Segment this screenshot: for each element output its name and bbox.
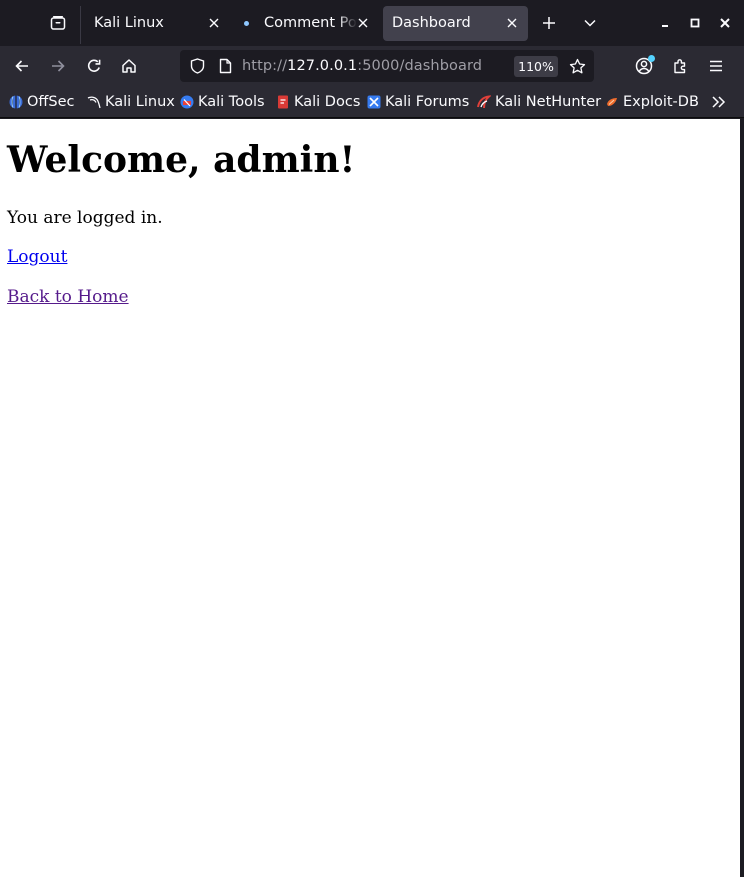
forward-arrow-icon[interactable]: [48, 56, 68, 76]
tab-kali-linux[interactable]: Kali Linux: [83, 6, 230, 41]
bookmark-label: Kali Tools: [198, 94, 265, 110]
kali-forums-icon: [367, 95, 381, 109]
tab-strip: Kali Linux Comment Posted Dashboard: [0, 0, 744, 46]
extensions-icon[interactable]: [670, 56, 690, 76]
bookmark-kali-linux[interactable]: Kali Linux: [87, 92, 175, 112]
kali-tools-icon: [180, 95, 194, 109]
login-status-text: You are logged in.: [7, 208, 163, 228]
bookmark-label: Kali Linux: [105, 94, 175, 110]
bookmark-offsec[interactable]: OffSec: [9, 92, 75, 112]
notification-dot-icon: [648, 55, 655, 62]
zoom-level-badge[interactable]: 110%: [514, 56, 558, 77]
reload-icon[interactable]: [84, 56, 104, 76]
tab-title: Dashboard: [392, 15, 471, 31]
window-edge: [740, 119, 744, 877]
url-text[interactable]: http://127.0.0.1:5000/dashboard: [242, 58, 482, 74]
tab-dashboard[interactable]: Dashboard: [383, 6, 528, 41]
bookmark-label: Kali NetHunter: [495, 94, 602, 110]
minimize-icon[interactable]: [655, 13, 675, 33]
tab-title: Comment Posted: [264, 15, 357, 31]
navigation-toolbar: http://127.0.0.1:5000/dashboard 110%: [0, 46, 744, 86]
tab-title: Kali Linux: [94, 15, 164, 31]
chevron-double-right-icon[interactable]: [710, 94, 728, 110]
kali-docs-icon: [276, 95, 290, 109]
bookmark-kali-nethunter[interactable]: Kali NetHunter: [477, 92, 601, 112]
bookmark-label: Exploit-DB: [623, 94, 699, 110]
offsec-icon: [9, 95, 23, 109]
account-icon[interactable]: [634, 55, 655, 76]
page-viewport: Welcome, admin! You are logged in. Logou…: [0, 119, 740, 877]
tab-comment-posted[interactable]: Comment Posted: [234, 6, 379, 41]
home-icon[interactable]: [119, 56, 139, 76]
bookmark-label: OffSec: [27, 94, 75, 110]
page-icon[interactable]: [216, 57, 234, 75]
close-icon[interactable]: [356, 16, 370, 30]
bookmark-label: Kali Forums: [385, 94, 470, 110]
tab-overview-icon[interactable]: [46, 11, 70, 35]
logout-link[interactable]: Logout: [7, 247, 67, 267]
hamburger-menu-icon[interactable]: [706, 56, 726, 76]
shield-icon[interactable]: [188, 57, 206, 75]
loading-dot-icon: [244, 21, 249, 26]
nethunter-icon: [477, 95, 491, 109]
url-scheme: http://: [242, 58, 288, 74]
star-icon[interactable]: [568, 57, 586, 75]
url-bar[interactable]: http://127.0.0.1:5000/dashboard 110%: [180, 50, 594, 82]
maximize-icon[interactable]: [685, 13, 705, 33]
bookmark-label: Kali Docs: [294, 94, 361, 110]
url-host: 127.0.0.1: [287, 58, 358, 74]
tab-separator: [80, 6, 81, 44]
close-icon[interactable]: [207, 16, 221, 30]
back-arrow-icon[interactable]: [12, 56, 32, 76]
bookmark-kali-docs[interactable]: Kali Docs: [276, 92, 360, 112]
page-title: Welcome, admin!: [7, 139, 356, 181]
bookmark-kali-forums[interactable]: Kali Forums: [367, 92, 469, 112]
window-close-icon[interactable]: [715, 13, 735, 33]
back-to-home-link[interactable]: Back to Home: [7, 287, 129, 307]
bookmarks-toolbar: OffSec Kali Linux Kali Tools Kali Docs K…: [0, 86, 744, 118]
bookmark-kali-tools[interactable]: Kali Tools: [180, 92, 265, 112]
kali-dragon-icon: [87, 95, 101, 109]
bookmark-exploit-db[interactable]: Exploit-DB: [605, 92, 699, 112]
close-icon[interactable]: [505, 16, 519, 30]
exploit-db-icon: [605, 95, 619, 109]
url-path: :5000/dashboard: [357, 58, 483, 74]
new-tab-icon[interactable]: [539, 13, 559, 33]
chevron-down-icon[interactable]: [580, 13, 600, 33]
